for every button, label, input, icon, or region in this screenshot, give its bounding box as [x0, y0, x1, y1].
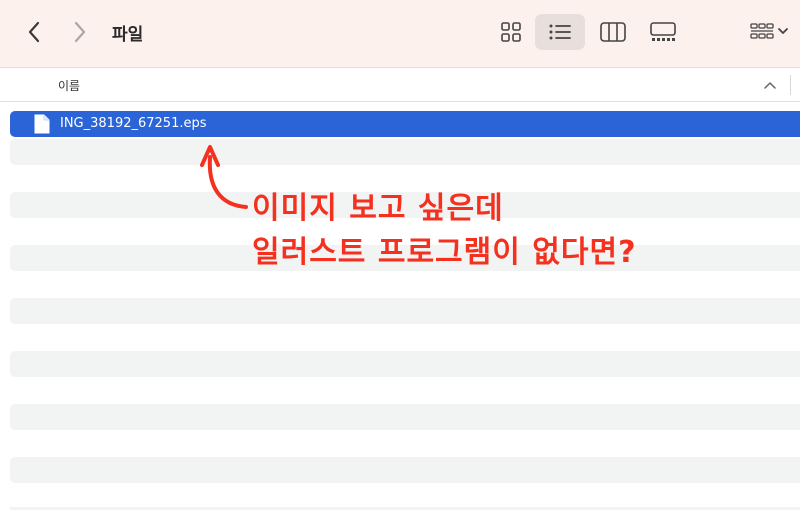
list-view-button[interactable] [535, 14, 585, 50]
empty-row [10, 404, 800, 430]
group-by-button[interactable] [740, 14, 800, 50]
forward-button[interactable] [66, 18, 94, 46]
empty-row [10, 351, 800, 377]
file-row-selected[interactable]: ING_38192_67251.eps 5 [10, 111, 800, 137]
grid-icon [501, 22, 521, 42]
list-column-header: 이름 [0, 68, 800, 102]
column-view-button[interactable] [588, 14, 638, 50]
annotation-text-line2: 일러스트 프로그램이 없다면? [252, 235, 637, 270]
column-divider[interactable] [790, 75, 791, 95]
gallery-icon [650, 22, 676, 41]
annotation-arrow-icon [200, 145, 248, 209]
empty-row [10, 139, 800, 165]
name-column-header[interactable]: 이름 [58, 77, 80, 94]
annotation-text-line1: 이미지 보고 싶은데 [252, 191, 504, 226]
document-icon [34, 114, 50, 134]
list-icon [549, 24, 571, 40]
columns-icon [600, 22, 626, 42]
empty-row [10, 298, 800, 324]
gallery-view-button[interactable] [638, 14, 688, 50]
chevron-up-icon[interactable] [762, 77, 778, 93]
file-name: ING_38192_67251.eps [60, 116, 207, 131]
empty-row [10, 457, 800, 483]
chevron-left-icon [28, 21, 40, 43]
window-title: 파일 [112, 25, 144, 45]
group-by-icon [750, 23, 788, 39]
chevron-right-icon [74, 21, 86, 43]
back-button[interactable] [20, 18, 48, 46]
icon-view-button[interactable] [486, 14, 536, 50]
toolbar: 파일 [0, 0, 800, 68]
